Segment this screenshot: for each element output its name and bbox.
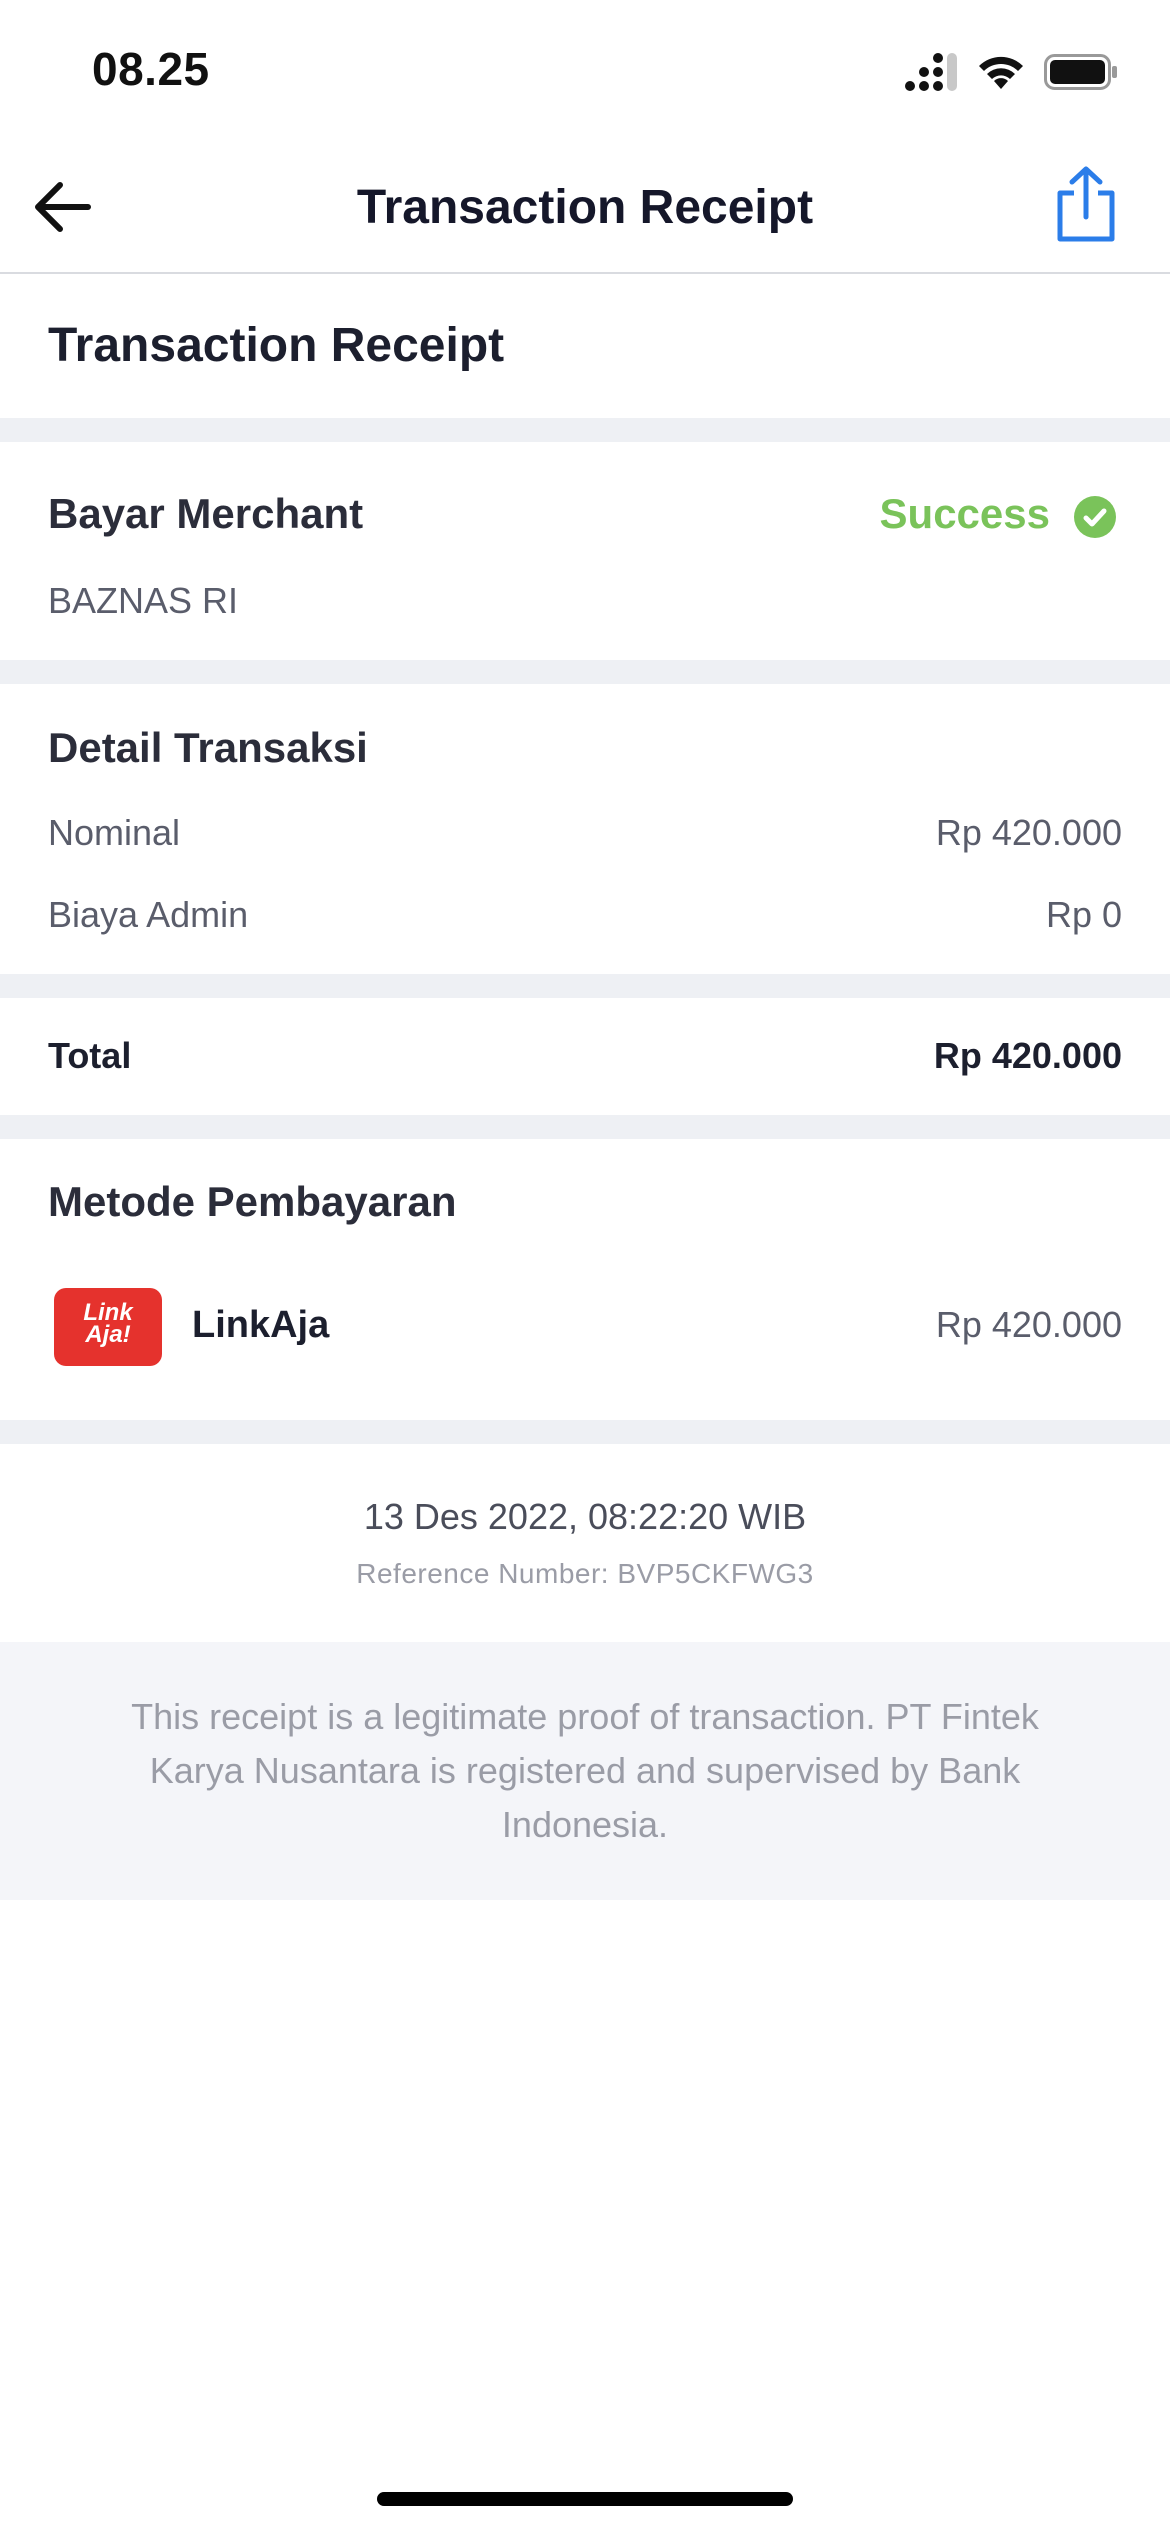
cellular-signal-icon: [905, 53, 957, 91]
total-value: Rp 420.000: [933, 1035, 1122, 1076]
section-divider: [0, 418, 1170, 442]
check-circle-icon: [1074, 496, 1116, 538]
status-time: 08.25: [92, 43, 210, 95]
reference-number: Reference Number: BVP5CKFWG3: [356, 1558, 814, 1589]
linkaja-logo: Link Aja!: [54, 1288, 162, 1366]
footer-disclaimer: This receipt is a legitimate proof of tr…: [131, 1696, 1039, 1845]
section-divider: [0, 974, 1170, 998]
status-icons: [904, 52, 1118, 92]
battery-icon: [1044, 54, 1117, 90]
share-icon: [1057, 166, 1115, 242]
status-badge: Success: [879, 490, 1050, 537]
logo-text-line: Aja!: [85, 1321, 131, 1348]
detail-row-value: Rp 420.000: [935, 812, 1122, 853]
section-divider: [0, 1115, 1170, 1139]
payment-amount: Rp 420.000: [935, 1304, 1122, 1345]
share-button[interactable]: [1050, 165, 1122, 245]
section-divider: [0, 1420, 1170, 1444]
detail-row-label: Biaya Admin: [48, 894, 249, 935]
transaction-type: Bayar Merchant: [48, 490, 364, 537]
detail-row-value: Rp 0: [1045, 894, 1122, 935]
payment-method-name: LinkAja: [192, 1304, 330, 1346]
detail-heading: Detail Transaksi: [48, 724, 368, 771]
total-label: Total: [48, 1035, 132, 1076]
receipt-heading: Transaction Receipt: [48, 319, 505, 372]
home-indicator[interactable]: [377, 2492, 793, 2506]
detail-row-label: Nominal: [48, 812, 181, 853]
merchant-name: BAZNAS RI: [48, 580, 239, 621]
payment-method-heading: Metode Pembayaran: [48, 1178, 457, 1225]
transaction-datetime: 13 Des 2022, 08:22:20 WIB: [363, 1496, 807, 1537]
section-divider: [0, 660, 1170, 684]
page-title: Transaction Receipt: [356, 181, 814, 234]
wifi-icon: [979, 56, 1023, 89]
